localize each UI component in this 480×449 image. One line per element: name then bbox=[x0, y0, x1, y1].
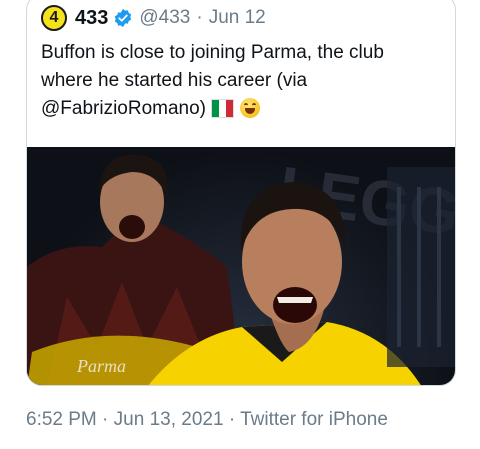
jersey-text: Parma bbox=[76, 356, 126, 376]
tweet-text-line: Buffon is close to joining Parma, the cl… bbox=[41, 42, 384, 63]
tweet-text-line: where he started his career (via bbox=[41, 70, 308, 91]
tweet-date[interactable]: Jun 12 bbox=[209, 7, 266, 29]
avatar[interactable]: 4 bbox=[41, 5, 67, 31]
grinning-face-icon bbox=[240, 98, 261, 118]
verified-badge-icon bbox=[115, 8, 132, 28]
separator-dot: · bbox=[228, 409, 236, 430]
media-illustration: LEGGENDA Parma bbox=[27, 153, 455, 385]
separator-dot: · bbox=[102, 409, 109, 430]
tweet-text-line-last: @FabrizioRomano) bbox=[41, 95, 446, 123]
tweet-header: 4 433 @433 · Jun 12 bbox=[41, 5, 266, 31]
separator-dot: · bbox=[196, 7, 203, 28]
tweet-card[interactable]: 4 433 @433 · Jun 12 Buffon is close to j… bbox=[26, 0, 456, 386]
tweet-full-date[interactable]: Jun 13, 2021 bbox=[114, 409, 224, 430]
tweet-time[interactable]: 6:52 PM bbox=[26, 409, 97, 430]
tweet-text: Buffon is close to joining Parma, the cl… bbox=[41, 39, 446, 123]
italy-flag-icon bbox=[211, 99, 235, 118]
display-name[interactable]: 433 bbox=[75, 7, 108, 30]
mention-link[interactable]: @FabrizioRomano) bbox=[41, 98, 206, 119]
handle[interactable]: @433 bbox=[139, 7, 190, 29]
tweet-timestamp: 6:52 PM · Jun 13, 2021 · Twitter for iPh… bbox=[26, 409, 388, 431]
tweet-source-link[interactable]: Twitter for iPhone bbox=[240, 409, 388, 430]
tweet-media-image[interactable]: LEGGENDA Parma bbox=[27, 147, 455, 385]
